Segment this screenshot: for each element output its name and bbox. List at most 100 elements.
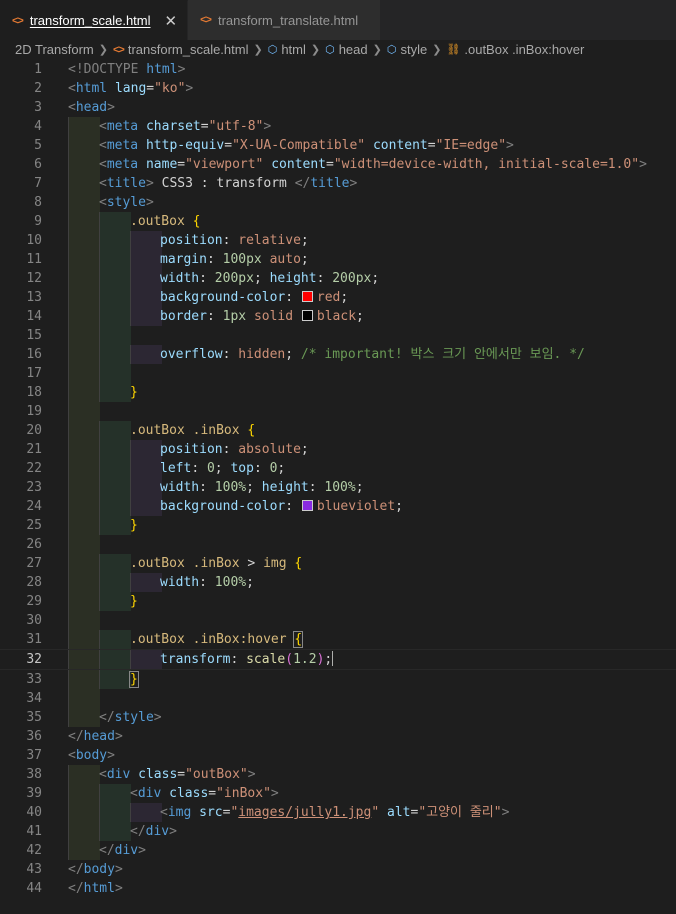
chevron-right-icon: ❯ (98, 44, 108, 56)
line-number: 30 (26, 613, 42, 628)
line-number: 44 (26, 881, 42, 896)
code-line[interactable]: 29} (0, 592, 676, 611)
line-number: 23 (26, 480, 42, 495)
line-number: 41 (26, 824, 42, 839)
code-line[interactable]: 34 (0, 689, 676, 708)
line-number: 32 (26, 652, 42, 667)
line-number: 6 (34, 157, 42, 172)
tab-transform-translate[interactable]: <> transform_translate.html (188, 0, 382, 40)
code-line[interactable]: 22 left: 0; top: 0; (0, 459, 676, 478)
breadcrumb-item-file[interactable]: transform_scale.html (128, 42, 249, 57)
html-icon: <> (200, 14, 212, 26)
code-line[interactable]: 30 (0, 611, 676, 630)
code-line[interactable]: 14 border: 1px solid black; (0, 307, 676, 326)
tab-label: transform_translate.html (217, 12, 359, 28)
cube-icon: ⬡ (386, 44, 397, 56)
code-line[interactable]: 36 </head> (0, 727, 676, 746)
code-editor[interactable]: 1 <!DOCTYPE html> 2 <html lang="ko"> 3 <hea… (0, 60, 676, 898)
code-line[interactable]: 9 .outBox { (0, 212, 676, 231)
code-line[interactable]: 12 width: 200px; height: 200px; (0, 269, 676, 288)
code-line[interactable]: 3 <head> (0, 98, 676, 117)
code-line[interactable]: 13 background-color: red; (0, 288, 676, 307)
line-number: 39 (26, 786, 42, 801)
code-line[interactable]: 6 <meta name="viewport" content="width=de… (0, 155, 676, 174)
breadcrumb-item-style[interactable]: style (400, 42, 427, 57)
line-number: 1 (34, 62, 42, 77)
breadcrumb-item-selector[interactable]: .outBox .inBox:hover (464, 42, 584, 57)
code-line[interactable]: 40 <img src="images/jully1.jpg" alt="고양이 … (0, 803, 676, 822)
code-line[interactable]: 19 (0, 402, 676, 421)
code-line[interactable]: 23 width: 100%; height: 100%; (0, 478, 676, 497)
code-line[interactable]: 35 </style> (0, 708, 676, 727)
color-swatch-red[interactable] (301, 291, 313, 302)
current-line[interactable]: 32 transform: scale(1.2); (0, 649, 676, 670)
chevron-right-icon: ❯ (372, 44, 382, 56)
code-line[interactable]: 24 background-color: blueviolet; (0, 497, 676, 516)
line-number: 27 (26, 556, 42, 571)
line-number: 5 (34, 138, 42, 153)
code-line[interactable]: 37 <body> (0, 746, 676, 765)
code-line[interactable]: 5 <meta http-equiv="X-UA-Compatible" cont… (0, 136, 676, 155)
code-line[interactable]: 18} (0, 383, 676, 402)
breadcrumb-item-folder[interactable]: 2D Transform (15, 42, 94, 57)
code-comment: /* important! 박스 크기 안에서만 보임. */ (300, 347, 585, 362)
close-icon[interactable]: ✕ (165, 12, 178, 30)
line-number: 24 (26, 499, 42, 514)
file-link[interactable]: images/jully1.jpg (238, 805, 371, 820)
line-number: 4 (34, 119, 42, 134)
code-line[interactable]: 20 .outBox .inBox { (0, 421, 676, 440)
code-line[interactable]: 25} (0, 516, 676, 535)
code-line[interactable]: 10 position: relative; (0, 231, 676, 250)
code-line[interactable]: 15 (0, 326, 676, 345)
line-number: 12 (26, 271, 42, 286)
line-number: 42 (26, 843, 42, 858)
code-line[interactable]: 7 <title> CSS3 : transform </title> (0, 174, 676, 193)
tab-transform-scale[interactable]: <> transform_scale.html ✕ (0, 0, 189, 40)
color-swatch-black[interactable] (301, 310, 313, 321)
code-line[interactable]: 43 </body> (0, 860, 676, 879)
text-cursor (332, 651, 334, 666)
tab-bar: <> transform_scale.html ✕ <> transform_t… (0, 0, 676, 40)
code-line[interactable]: 44 </html> (0, 879, 676, 898)
code-line[interactable]: 31 .outBox .inBox:hover { (0, 630, 676, 649)
code-line[interactable]: 11 margin: 100px auto; (0, 250, 676, 269)
line-number: 38 (26, 767, 42, 782)
code-line[interactable]: 38 <div class="outBox"> (0, 765, 676, 784)
html-icon: <> (12, 14, 24, 27)
cube-icon: ⬡ (325, 44, 335, 56)
color-swatch-blueviolet[interactable] (301, 500, 313, 511)
line-number: 21 (26, 442, 42, 457)
code-line[interactable]: 21 position: absolute; (0, 440, 676, 459)
code-line[interactable]: 26 (0, 535, 676, 554)
code-line[interactable]: 17 (0, 364, 676, 383)
code-line[interactable]: 27 .outBox .inBox > img { (0, 554, 676, 573)
code-line[interactable]: 39 <div class="inBox"> (0, 784, 676, 803)
line-number: 35 (26, 710, 42, 725)
breadcrumb-item-html[interactable]: html (281, 42, 306, 57)
line-number: 7 (34, 176, 42, 191)
code-line[interactable]: 33} (0, 670, 676, 689)
chevron-right-icon: ❯ (253, 44, 263, 56)
code-line[interactable]: 4 <meta charset="utf-8"> (0, 117, 676, 136)
line-number: 3 (34, 100, 42, 115)
code-line[interactable]: 8 <style> (0, 193, 676, 212)
line-number: 18 (26, 385, 42, 400)
line-number: 20 (26, 423, 42, 438)
code-line[interactable]: 41 </div> (0, 822, 676, 841)
code-line[interactable]: 2 <html lang="ko"> (0, 79, 676, 98)
line-number: 15 (26, 328, 42, 343)
breadcrumb-item-head[interactable]: head (339, 42, 368, 57)
line-number: 29 (26, 594, 42, 609)
code-line[interactable]: 16 overflow: hidden; /* important! 박스 크기 … (0, 345, 676, 364)
line-number: 26 (26, 537, 42, 552)
line-number: 19 (26, 404, 42, 419)
code-line[interactable]: 28 width: 100%; (0, 573, 676, 592)
line-number: 10 (26, 233, 42, 248)
code-line[interactable]: 1 <!DOCTYPE html> (0, 60, 676, 79)
tab-label: transform_scale.html (29, 13, 151, 28)
chevron-right-icon: ❯ (432, 44, 442, 56)
line-number: 28 (26, 575, 42, 590)
line-number: 25 (26, 518, 42, 533)
code-line[interactable]: 42 </div> (0, 841, 676, 860)
line-number: 8 (34, 195, 42, 210)
